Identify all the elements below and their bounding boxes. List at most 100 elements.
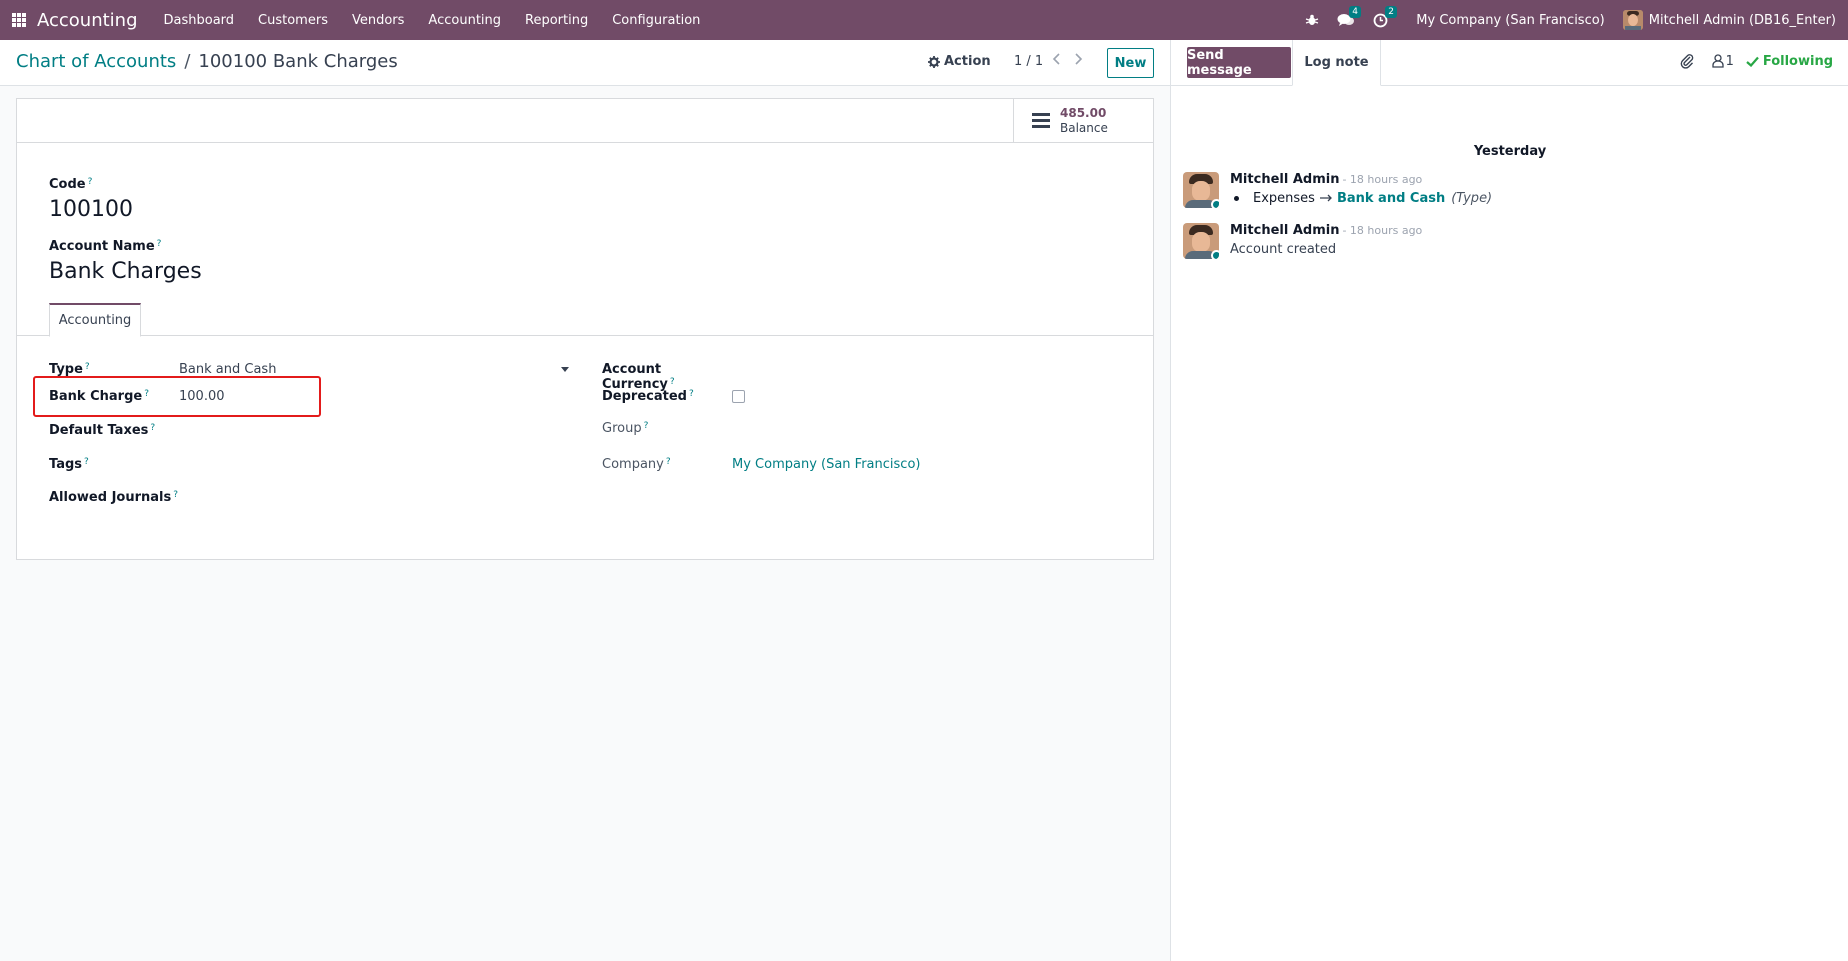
help-tooltip-icon[interactable]: ? (88, 177, 93, 187)
online-status-icon (1211, 199, 1219, 208)
menu-item-dashboard[interactable]: Dashboard (152, 13, 247, 28)
code-label: Code? (49, 177, 92, 192)
tracking-old-value: Expenses (1253, 191, 1315, 206)
message-author: Mitchell Admin - 18 hours ago (1230, 172, 1492, 187)
help-tooltip-icon[interactable]: ? (670, 377, 675, 387)
tracking-field-name: (Type) (1451, 191, 1493, 206)
tags-row: Tags? (49, 457, 179, 472)
menu-item-customers[interactable]: Customers (246, 13, 340, 28)
send-message-button[interactable]: Send message (1187, 47, 1291, 78)
default-taxes-label-text: Default Taxes (49, 423, 149, 438)
group-label: Group? (602, 421, 732, 436)
account-name-field[interactable]: Bank Charges (49, 259, 202, 284)
account-currency-label: Account Currency? (602, 362, 732, 392)
highlight-box (33, 376, 321, 417)
author-avatar[interactable] (1183, 172, 1219, 208)
top-navbar: Accounting Dashboard Customers Vendors A… (0, 0, 1848, 40)
account-name-label-text: Account Name (49, 239, 155, 254)
navbar-systray: 4 2 My Company (San Francisco) Mitchell … (1305, 0, 1848, 40)
message-author: Mitchell Admin - 18 hours ago (1230, 223, 1422, 238)
author-name[interactable]: Mitchell Admin (1230, 223, 1339, 238)
pager-previous-icon[interactable] (1052, 52, 1062, 70)
message-time: - 18 hours ago (1342, 173, 1423, 186)
app-name[interactable]: Accounting (37, 10, 138, 31)
following-button[interactable]: Following (1746, 54, 1833, 69)
paperclip-icon[interactable] (1680, 53, 1694, 69)
pager-next-icon[interactable] (1073, 52, 1083, 70)
company-label: Company? (602, 457, 732, 472)
deprecated-row: Deprecated? (602, 389, 745, 404)
breadcrumb-chart-of-accounts[interactable]: Chart of Accounts (16, 51, 176, 72)
chatter-message: Mitchell Admin - 18 hours ago Account cre… (1183, 223, 1422, 259)
menu-item-accounting[interactable]: Accounting (416, 13, 513, 28)
action-menu-button[interactable]: Action (928, 54, 991, 69)
button-box: 485.00 Balance (17, 99, 1153, 143)
type-select[interactable]: Bank and Cash (179, 362, 569, 377)
deprecated-label-text: Deprecated (602, 389, 687, 404)
action-label: Action (944, 54, 991, 69)
debug-bug-icon[interactable] (1305, 13, 1319, 27)
user-name: Mitchell Admin (DB16_Enter) (1648, 12, 1836, 28)
user-menu[interactable]: Mitchell Admin (DB16_Enter) (1622, 10, 1836, 30)
messages-icon[interactable]: 4 (1337, 6, 1362, 27)
main-menu: Dashboard Customers Vendors Accounting R… (152, 13, 713, 28)
help-tooltip-icon[interactable]: ? (644, 421, 649, 431)
deprecated-checkbox[interactable] (732, 390, 745, 403)
chatter-panel: Send message Log note 1 Following Yester… (1170, 40, 1848, 961)
author-avatar[interactable] (1183, 223, 1219, 259)
tags-label: Tags? (49, 457, 179, 472)
chatter-topbar: Send message Log note 1 Following (1171, 40, 1848, 86)
balance-stat-text: 485.00 Balance (1060, 106, 1108, 136)
apps-menu-icon[interactable] (12, 13, 26, 27)
help-tooltip-icon[interactable]: ? (689, 389, 694, 399)
message-body: Mitchell Admin - 18 hours ago Account cre… (1230, 223, 1422, 259)
following-label: Following (1762, 53, 1833, 69)
company-switcher[interactable]: My Company (San Francisco) (1416, 13, 1604, 28)
arrow-right-icon (1319, 191, 1333, 206)
followers-button[interactable]: 1 (1711, 53, 1734, 69)
tags-label-text: Tags (49, 457, 83, 472)
menu-item-reporting[interactable]: Reporting (513, 13, 600, 28)
pager-value[interactable]: 1 / 1 (1014, 54, 1043, 69)
group-label-text: Group (602, 421, 642, 436)
notebook-tabs: Accounting (17, 303, 1153, 337)
new-record-button[interactable]: New (1107, 48, 1154, 78)
account-currency-label-text: Account Currency (602, 362, 668, 392)
account-name-label: Account Name? (49, 239, 161, 254)
deprecated-label: Deprecated? (602, 389, 732, 404)
messages-badge: 4 (1349, 6, 1362, 18)
chatter-message: Mitchell Admin - 18 hours ago Expenses Ba… (1183, 172, 1492, 208)
help-tooltip-icon[interactable]: ? (173, 490, 178, 500)
help-tooltip-icon[interactable]: ? (157, 239, 162, 249)
balance-stat-button[interactable]: 485.00 Balance (1013, 99, 1153, 142)
company-label-text: Company (602, 457, 664, 472)
code-field[interactable]: 100100 (49, 197, 133, 222)
type-value: Bank and Cash (179, 362, 277, 377)
allowed-journals-label: Allowed Journals? (49, 490, 249, 505)
help-tooltip-icon[interactable]: ? (666, 457, 671, 467)
type-label-text: Type (49, 362, 83, 377)
menu-item-vendors[interactable]: Vendors (340, 13, 416, 28)
author-name[interactable]: Mitchell Admin (1230, 172, 1339, 187)
activities-clock-icon[interactable]: 2 (1373, 5, 1398, 28)
activities-badge: 2 (1385, 5, 1398, 18)
user-icon (1711, 54, 1724, 68)
followers-count: 1 (1725, 53, 1734, 69)
allowed-journals-label-text: Allowed Journals (49, 490, 172, 505)
help-tooltip-icon[interactable]: ? (85, 362, 90, 372)
breadcrumb-separator: / (184, 51, 191, 72)
breadcrumb-current-record: 100100 Bank Charges (198, 51, 398, 72)
menu-item-configuration[interactable]: Configuration (600, 13, 712, 28)
help-tooltip-icon[interactable]: ? (84, 457, 89, 467)
tracking-new-value: Bank and Cash (1336, 191, 1446, 206)
balance-label: Balance (1060, 120, 1108, 135)
group-row: Group? (602, 421, 732, 436)
company-link[interactable]: My Company (San Francisco) (732, 457, 920, 472)
message-body: Mitchell Admin - 18 hours ago Expenses Ba… (1230, 172, 1492, 208)
help-tooltip-icon[interactable]: ? (150, 423, 155, 433)
log-note-button[interactable]: Log note (1292, 40, 1381, 86)
check-icon (1746, 56, 1759, 67)
code-label-text: Code (49, 177, 86, 192)
tab-accounting[interactable]: Accounting (49, 303, 141, 337)
message-time: - 18 hours ago (1342, 224, 1423, 237)
